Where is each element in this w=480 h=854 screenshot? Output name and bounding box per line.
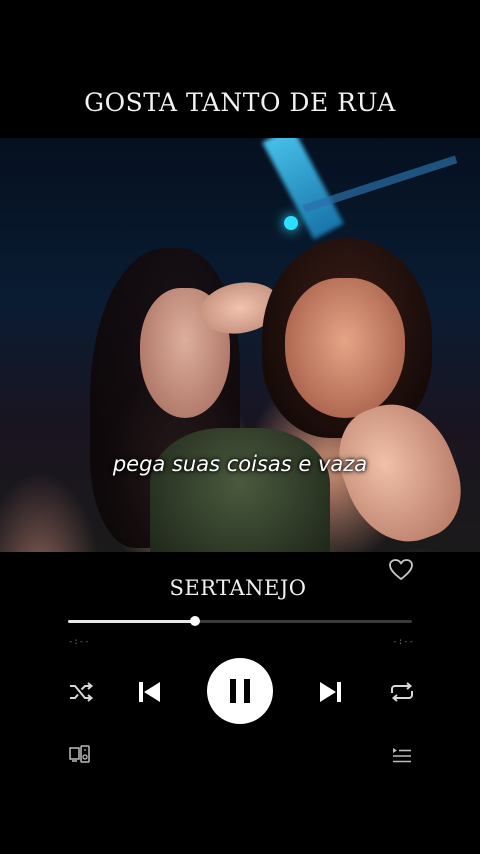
time-remaining: -:-- <box>392 637 414 647</box>
video-frame <box>0 138 480 552</box>
progress-bar[interactable] <box>68 616 412 626</box>
pause-icon <box>230 679 250 703</box>
sweater <box>150 428 330 552</box>
song-title: GOSTA TANTO DE RUA <box>84 88 396 117</box>
repeat-icon[interactable] <box>388 680 416 704</box>
play-pause-button[interactable] <box>207 658 273 724</box>
stage-light-dot <box>284 216 298 230</box>
shuffle-icon[interactable] <box>68 680 94 704</box>
progress-fill <box>68 620 196 623</box>
skip-next-icon[interactable] <box>318 678 344 706</box>
lyric-caption: pega suas coisas e vaza <box>112 452 368 476</box>
stage-light-beam <box>302 155 458 213</box>
person-right-face <box>285 278 405 418</box>
progress-thumb[interactable] <box>190 616 201 626</box>
queue-icon[interactable] <box>392 746 412 766</box>
skip-previous-icon[interactable] <box>136 678 162 706</box>
connect-device-icon[interactable] <box>69 745 91 765</box>
artist-genre-label: SERTANEJO <box>169 576 307 600</box>
stage-light <box>262 138 344 240</box>
time-elapsed: -:-- <box>68 637 90 647</box>
